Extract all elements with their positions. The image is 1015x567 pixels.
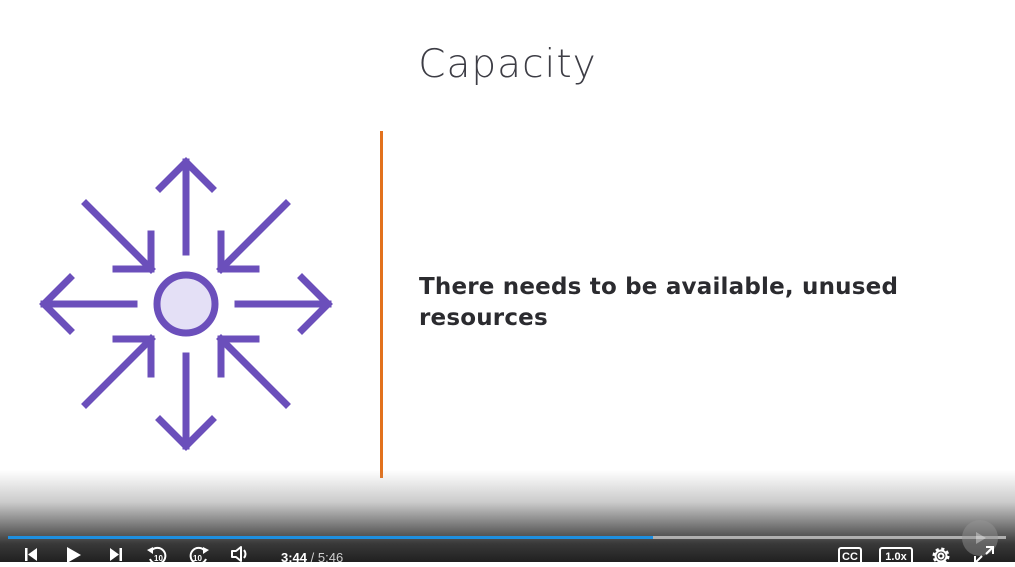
fullscreen-icon [974,546,994,564]
rewind-10-icon: 10 [147,546,167,565]
volume-button[interactable] [227,545,255,567]
progress-fill [8,536,653,539]
next-icon [110,548,122,561]
slide-body-text: There needs to be available, unused reso… [419,274,899,331]
fullscreen-button[interactable] [970,545,998,567]
progress-bar[interactable] [8,536,1006,539]
speed-icon: 1.0x [885,551,907,563]
slide-title: Capacity [418,42,597,87]
play-icon [67,547,81,563]
current-time: 3:44 [281,550,308,565]
volume-icon [231,546,247,562]
previous-icon [25,548,37,561]
play-button[interactable] [59,545,87,567]
captions-icon: CC [842,551,858,563]
vertical-divider [380,131,383,478]
settings-icon [932,547,950,565]
expand-arrows-icon [39,157,333,451]
time-display: 3:44 / 5:46 [281,550,343,565]
player-controls: 10 10 3:44 / 5:46 CC 1.0x [0,543,1015,567]
forward-10-button[interactable]: 10 [185,545,213,567]
forward-10-icon: 10 [189,546,209,565]
rewind-10-button[interactable]: 10 [143,545,171,567]
settings-button[interactable] [927,545,955,567]
previous-button[interactable] [17,545,45,567]
time-separator: / [310,550,315,565]
speed-button[interactable]: 1.0x [879,547,913,567]
duration: 5:46 [317,550,344,565]
next-button[interactable] [102,545,130,567]
captions-button[interactable]: CC [838,547,862,567]
